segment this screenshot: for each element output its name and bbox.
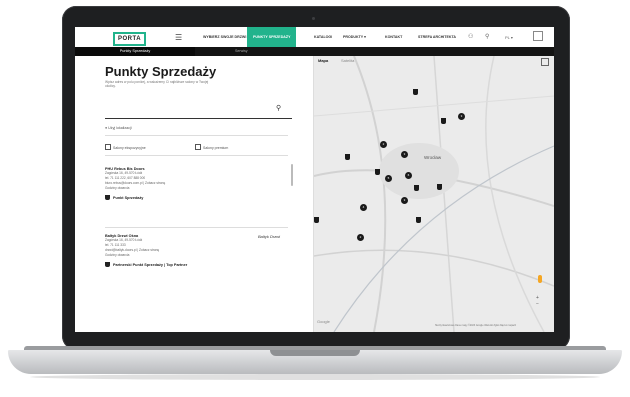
map-marker[interactable] xyxy=(413,89,418,95)
page-viewport: Punkty Sprzedaży Serwisy Punkty Sprzedaż… xyxy=(75,27,554,332)
map-city-label: Wrocław xyxy=(424,155,442,160)
map-marker[interactable] xyxy=(437,184,442,190)
map-cluster[interactable]: 3 xyxy=(401,197,408,204)
checkbox[interactable] xyxy=(105,144,111,150)
store-type-badge: Partnerski Punkt Sprzedaży | Top Partner xyxy=(105,262,285,267)
laptop-chin xyxy=(75,332,554,342)
map-marker[interactable] xyxy=(345,154,350,160)
page-description: Wpisz adres w polu poniżej, a wskażemy C… xyxy=(105,80,209,88)
zoom-out-icon[interactable]: − xyxy=(536,301,539,307)
tab-satellite[interactable]: Satelita xyxy=(341,58,354,63)
checkbox[interactable] xyxy=(195,144,201,150)
map-cluster[interactable]: 2 xyxy=(380,141,387,148)
map-cluster[interactable]: 3 xyxy=(458,113,465,120)
store-type-label: Partnerski Punkt Sprzedaży | Top Partner xyxy=(113,263,188,267)
address-search-input[interactable] xyxy=(105,100,292,119)
tab-map[interactable]: Mapa xyxy=(318,58,328,63)
subheader-tab-sales-points[interactable]: Punkty Sprzedaży xyxy=(75,47,195,56)
divider xyxy=(105,227,288,228)
map-cluster[interactable]: 2 xyxy=(357,234,364,241)
page-title: Punkty Sprzedaży xyxy=(105,64,217,79)
location-pin-icon: ● xyxy=(105,126,108,130)
google-logo: Google xyxy=(317,319,330,324)
zoom-controls[interactable]: + − xyxy=(536,295,539,307)
map-marker[interactable] xyxy=(441,118,446,124)
store-hours[interactable]: Godziny otwarcia xyxy=(105,253,285,258)
street-view-pegman-icon[interactable] xyxy=(538,275,542,283)
camera xyxy=(312,17,315,20)
partner-logo: Baltyk Drzwi xyxy=(258,234,281,239)
store-type-badge: Punkt Sprzedaży xyxy=(105,195,285,200)
map-roads xyxy=(314,56,554,332)
shield-icon xyxy=(105,262,110,267)
map-cluster[interactable]: 6 xyxy=(405,172,412,179)
store-hours[interactable]: Godziny otwarcia xyxy=(105,186,285,191)
divider xyxy=(105,155,288,156)
map-cluster[interactable]: 5 xyxy=(385,175,392,182)
store-type-label: Punkt Sprzedaży xyxy=(113,196,144,200)
map-cluster[interactable]: 4 xyxy=(360,204,367,211)
map-marker[interactable] xyxy=(375,169,380,175)
map-view[interactable] xyxy=(314,56,554,332)
subheader-tab-service[interactable]: Serwisy xyxy=(235,47,248,56)
map-marker[interactable] xyxy=(414,185,419,191)
fullscreen-icon[interactable] xyxy=(541,58,549,66)
use-location-link[interactable]: ● Użyj lokalizacji xyxy=(105,126,132,130)
filter-label: Salony premium xyxy=(203,146,229,150)
map-marker[interactable] xyxy=(314,217,319,223)
search-icon[interactable]: ⚲ xyxy=(276,104,281,112)
filter-premium[interactable]: Salony premium xyxy=(195,144,228,150)
use-location-label: Użyj lokalizacji xyxy=(108,126,132,130)
scrollbar[interactable] xyxy=(291,164,293,186)
laptop-shadow xyxy=(30,374,600,380)
map-attribution[interactable]: Skróty klawiszowe Dane mapy ©2023 Google… xyxy=(435,324,516,327)
laptop-notch xyxy=(270,350,360,356)
map-cluster[interactable]: 3 xyxy=(401,151,408,158)
divider xyxy=(105,135,288,136)
filter-showrooms[interactable]: Salony ekspozycyjne xyxy=(105,144,146,150)
map-marker[interactable] xyxy=(416,217,421,223)
shield-icon xyxy=(105,195,110,200)
list-item[interactable]: PHU Rebus Bis Doors Zagórska 16, 49-570 … xyxy=(105,167,285,200)
filter-label: Salony ekspozycyjne xyxy=(113,146,146,150)
